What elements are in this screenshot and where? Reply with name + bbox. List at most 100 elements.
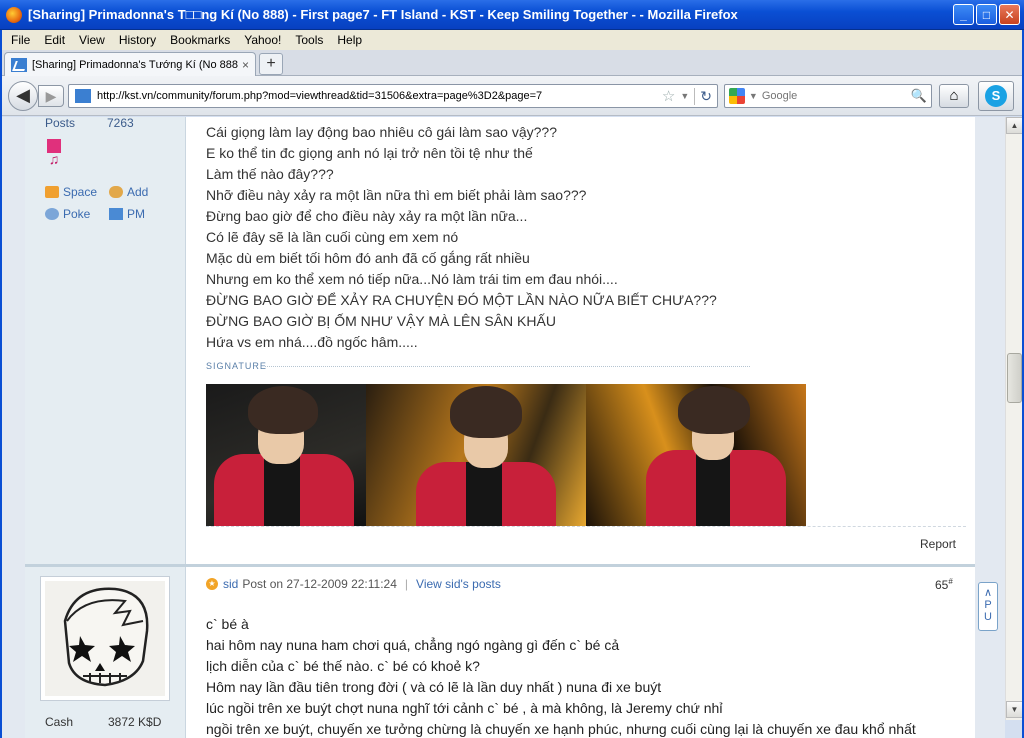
reload-icon[interactable]: ↻ — [694, 87, 717, 105]
signature-label: SIGNATURE — [206, 361, 267, 371]
signature-image — [206, 384, 806, 526]
search-input[interactable] — [761, 90, 911, 102]
posts-count: 7263 — [107, 117, 134, 130]
search-icon[interactable]: 🔍 — [911, 88, 927, 104]
page-viewport: Posts 7263 ♫ Space Add Poke PM Cái giọng… — [0, 117, 1005, 738]
post-message: c` bé à hai hôm nay nuna ham chơi quá, c… — [206, 614, 916, 738]
address-bar[interactable]: ☆ ▼ ↻ — [68, 84, 718, 108]
online-status-icon: ★ — [206, 578, 218, 590]
message-line: Mặc dù em biết tối hôm đó anh đã cố gắng… — [206, 250, 530, 266]
message-line: Đừng bao giờ để cho điều này xảy ra một … — [206, 208, 528, 224]
menu-bar: File Edit View History Bookmarks Yahoo! … — [0, 30, 1024, 50]
message-line: ngồi trên xe buýt, chuyến xe tưởng chừng… — [206, 721, 916, 737]
menu-tools[interactable]: Tools — [288, 33, 330, 47]
handshake-icon — [109, 186, 123, 198]
report-link[interactable]: Report — [920, 537, 956, 551]
scroll-down-arrow-icon[interactable]: ▼ — [1006, 701, 1023, 718]
forum-post: Cash 3872 K$D ★ sid Post on 27-12-2009 2… — [25, 566, 975, 738]
avatar[interactable] — [40, 576, 170, 701]
skype-icon: S — [985, 85, 1007, 107]
navigation-toolbar: ◀ ▶ ☆ ▼ ↻ ▼ 🔍 ⌂ S — [0, 76, 1024, 116]
home-button[interactable]: ⌂ — [939, 84, 969, 108]
vertical-scrollbar[interactable]: ▲ ▼ — [1005, 117, 1023, 720]
post-author-sidebar: Posts 7263 ♫ Space Add Poke PM — [25, 117, 186, 564]
history-dropdown-icon[interactable]: ▼ — [680, 91, 689, 101]
signature-divider — [265, 366, 750, 367]
message-line: Nhỡ điều này xảy ra một lần nữa thì em b… — [206, 187, 587, 203]
site-identity-icon — [75, 89, 91, 103]
message-line: lịch diễn của c` bé thế nào. c` bé có kh… — [206, 658, 480, 674]
back-button[interactable]: ◀ — [8, 81, 38, 111]
envelope-icon — [109, 208, 123, 220]
message-line: Làm thế nào đây??? — [206, 166, 334, 182]
menu-file[interactable]: File — [4, 33, 37, 47]
search-bar[interactable]: ▼ 🔍 — [724, 84, 932, 108]
message-line: c` bé à — [206, 616, 249, 632]
menu-bookmarks[interactable]: Bookmarks — [163, 33, 237, 47]
space-link[interactable]: Space — [45, 185, 97, 199]
message-line: ĐỪNG BAO GIỜ ĐỂ XẢY RA CHUYỆN ĐÓ MỘT LẦN… — [206, 292, 717, 308]
page-gutter-left — [0, 117, 25, 738]
medal-icon: ♫ — [45, 139, 63, 171]
menu-help[interactable]: Help — [330, 33, 369, 47]
close-button[interactable]: ✕ — [999, 4, 1020, 25]
posts-label: Posts — [45, 117, 76, 130]
menu-yahoo[interactable]: Yahoo! — [237, 33, 288, 47]
author-link[interactable]: sid — [223, 577, 238, 591]
post-author-sidebar: Cash 3872 K$D — [25, 567, 186, 738]
message-line: Nhưng em ko thể xem nó tiếp nữa...Nó làm… — [206, 271, 618, 287]
forward-button[interactable]: ▶ — [38, 85, 64, 107]
message-line: hai hôm nay nuna ham chơi quá, chẳng ngó… — [206, 637, 620, 653]
post-message: Cái giọng làm lay động bao nhiêu cô gái … — [206, 122, 717, 353]
cash-value: 3872 K$D — [108, 715, 162, 729]
menu-view[interactable]: View — [72, 33, 112, 47]
forum-post: Posts 7263 ♫ Space Add Poke PM Cái giọng… — [25, 117, 975, 564]
message-line: E ko thể tin đc giọng anh nó lại trở nên… — [206, 145, 533, 161]
signature-photo — [586, 384, 806, 526]
skype-button[interactable]: S — [978, 81, 1014, 111]
window-title: [Sharing] Primadonna's T□□ng Kí (No 888)… — [28, 7, 738, 22]
message-line: ĐỪNG BAO GIỜ BỊ ỐM NHƯ VẬY MÀ LÊN SÂN KH… — [206, 313, 556, 329]
poke-link[interactable]: Poke — [45, 207, 90, 221]
new-tab-button[interactable]: + — [259, 53, 283, 75]
window-frame-left — [0, 30, 2, 738]
url-input[interactable] — [97, 90, 657, 102]
home-icon — [45, 186, 59, 198]
window-title-bar: [Sharing] Primadonna's T□□ng Kí (No 888)… — [0, 0, 1024, 30]
scroll-thumb[interactable] — [1007, 353, 1022, 403]
engine-dropdown-icon[interactable]: ▼ — [749, 91, 758, 101]
site-favicon-icon — [11, 57, 27, 72]
message-line: Hôm nay lần đầu tiên trong đời ( và có l… — [206, 679, 662, 695]
message-line: Có lẽ đây sẽ là lần cuối cùng em xem nó — [206, 229, 459, 245]
menu-history[interactable]: History — [112, 33, 163, 47]
post-floor-number[interactable]: 65# — [935, 577, 953, 592]
header-separator: | — [404, 577, 409, 591]
message-line: Hứa vs em nhá....đồ ngốc hâm..... — [206, 334, 418, 350]
poke-icon — [45, 208, 59, 220]
skull-avatar-image — [45, 581, 165, 696]
back-to-top-button[interactable]: ∧ P U — [978, 582, 998, 631]
bookmark-star-icon[interactable]: ☆ — [662, 87, 675, 105]
tab-close-icon[interactable]: × — [242, 58, 249, 72]
minimize-button[interactable]: _ — [953, 4, 974, 25]
menu-edit[interactable]: Edit — [37, 33, 72, 47]
page-gutter-right — [975, 117, 1005, 738]
post-header: ★ sid Post on 27-12-2009 22:11:24 | View… — [206, 577, 501, 591]
add-friend-link[interactable]: Add — [109, 185, 148, 199]
post-footer-divider — [206, 526, 966, 527]
message-line: lúc ngồi trên xe buýt chợt nuna nghĩ tới… — [206, 700, 723, 716]
post-date: Post on 27-12-2009 22:11:24 — [242, 577, 397, 591]
tab-bar: [Sharing] Primadonna's Tướng Kí (No 888)… — [0, 50, 1024, 76]
cash-label: Cash — [45, 715, 74, 729]
signature-photo — [206, 384, 366, 526]
message-line: Cái giọng làm lay động bao nhiêu cô gái … — [206, 124, 558, 140]
signature-photo — [366, 384, 586, 526]
maximize-button[interactable]: □ — [976, 4, 997, 25]
google-engine-icon[interactable] — [729, 88, 745, 104]
pm-link[interactable]: PM — [109, 207, 145, 221]
tab-label: [Sharing] Primadonna's Tướng Kí (No 888)… — [32, 58, 238, 71]
view-author-posts-link[interactable]: View sid's posts — [416, 577, 501, 591]
browser-tab[interactable]: [Sharing] Primadonna's Tướng Kí (No 888)… — [4, 52, 256, 76]
scroll-up-arrow-icon[interactable]: ▲ — [1006, 117, 1023, 134]
firefox-logo-icon — [6, 6, 22, 23]
